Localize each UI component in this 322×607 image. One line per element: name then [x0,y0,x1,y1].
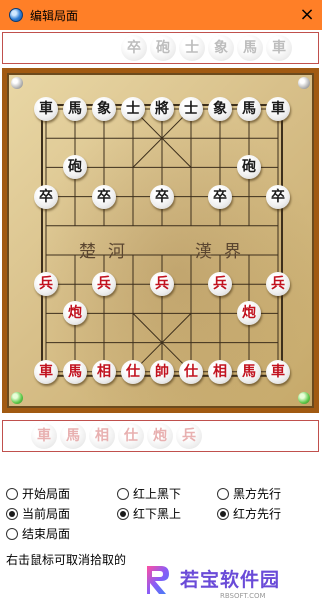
tray-piece-black-advisor[interactable]: 士 [179,35,205,61]
board-piece-black[interactable]: 士 [121,97,145,121]
options-panel: 开始局面 当前局面 结束局面 红上黑下 红下黑上 黑方先行 红方先行 [0,480,322,550]
tray-piece-black-pawn[interactable]: 卒 [121,35,147,61]
board-piece-red[interactable]: 兵 [92,272,116,297]
river-label-left: 楚河 [79,242,137,262]
board-piece-black[interactable]: 車 [34,97,58,121]
board-piece-black[interactable]: 卒 [266,184,290,209]
board-piece-black[interactable]: 卒 [34,184,58,209]
board-piece-black[interactable]: 象 [208,97,232,121]
app-icon [9,8,23,22]
board-surface[interactable]: 楚河 漢界 車馬象士將士象馬車砲砲卒卒卒卒卒兵兵兵兵兵炮炮車馬相仕帥仕相馬車 [7,73,314,408]
hint-text: 右击鼠标可取消拾取的 [6,553,127,567]
tray-piece-red-cannon[interactable]: 炮 [147,423,173,449]
board-piece-red[interactable]: 相 [208,359,232,384]
board-piece-black[interactable]: 馬 [237,97,261,121]
chess-board[interactable]: 楚河 漢界 車馬象士將士象馬車砲砲卒卒卒卒卒兵兵兵兵兵炮炮車馬相仕帥仕相馬車 [2,68,319,413]
board-piece-black[interactable]: 車 [266,97,290,121]
corner-marker-bottom-right [298,392,310,404]
board-piece-red[interactable]: 帥 [150,359,174,384]
radio-indicator[interactable] [117,508,129,520]
tray-piece-red-pawn[interactable]: 兵 [176,423,202,449]
watermark-name: 若宝软件园 [180,569,281,591]
board-piece-red[interactable]: 兵 [208,272,232,297]
radio-indicator[interactable] [217,488,229,500]
radio-indicator[interactable] [6,528,18,540]
board-piece-red[interactable]: 兵 [34,272,58,297]
radio-indicator[interactable] [6,508,18,520]
watermark-site: RBSOFT.COM [220,592,266,600]
board-piece-red[interactable]: 馬 [63,359,87,384]
board-piece-black[interactable]: 將 [150,97,174,121]
tray-piece-red-chariot[interactable]: 車 [31,423,57,449]
board-piece-red[interactable]: 仕 [179,359,203,384]
watermark-logo: 若宝软件园 RBSOFT.COM [128,558,322,607]
window-title: 编辑局面 [30,9,79,23]
tray-piece-black-elephant[interactable]: 象 [208,35,234,61]
river-label-right: 漢界 [195,242,253,262]
board-piece-red[interactable]: 仕 [121,359,145,384]
board-piece-black[interactable]: 馬 [63,97,87,121]
board-piece-red[interactable]: 馬 [237,359,261,384]
board-piece-black[interactable]: 卒 [150,184,174,209]
tray-piece-black-chariot[interactable]: 車 [266,35,292,61]
board-piece-red[interactable]: 車 [266,359,290,384]
corner-marker-top-right [298,77,310,89]
board-piece-black[interactable]: 卒 [208,184,232,209]
corner-marker-bottom-left [11,392,23,404]
tray-piece-black-horse[interactable]: 馬 [237,35,263,61]
board-piece-red[interactable]: 相 [92,359,116,384]
board-grid [41,104,283,377]
tray-piece-black-cannon[interactable]: 砲 [150,35,176,61]
board-piece-red[interactable]: 兵 [150,272,174,297]
board-piece-red[interactable]: 兵 [266,272,290,297]
tray-piece-red-elephant[interactable]: 相 [89,423,115,449]
board-piece-black[interactable]: 象 [92,97,116,121]
tray-piece-red-horse[interactable]: 馬 [60,423,86,449]
tray-piece-red-advisor[interactable]: 仕 [118,423,144,449]
radio-indicator[interactable] [6,488,18,500]
black-piece-tray[interactable]: 卒 砲 士 象 馬 車 [2,32,319,64]
red-piece-tray[interactable]: 車 馬 相 仕 炮 兵 [2,420,319,452]
board-piece-black[interactable]: 卒 [92,184,116,209]
title-bar: 编辑局面 × [0,0,322,30]
corner-marker-top-left [11,77,23,89]
board-piece-red[interactable]: 車 [34,359,58,384]
board-piece-black[interactable]: 士 [179,97,203,121]
radio-indicator[interactable] [217,508,229,520]
close-button[interactable]: × [292,0,322,30]
radio-indicator[interactable] [117,488,129,500]
watermark-r-icon [147,566,169,594]
